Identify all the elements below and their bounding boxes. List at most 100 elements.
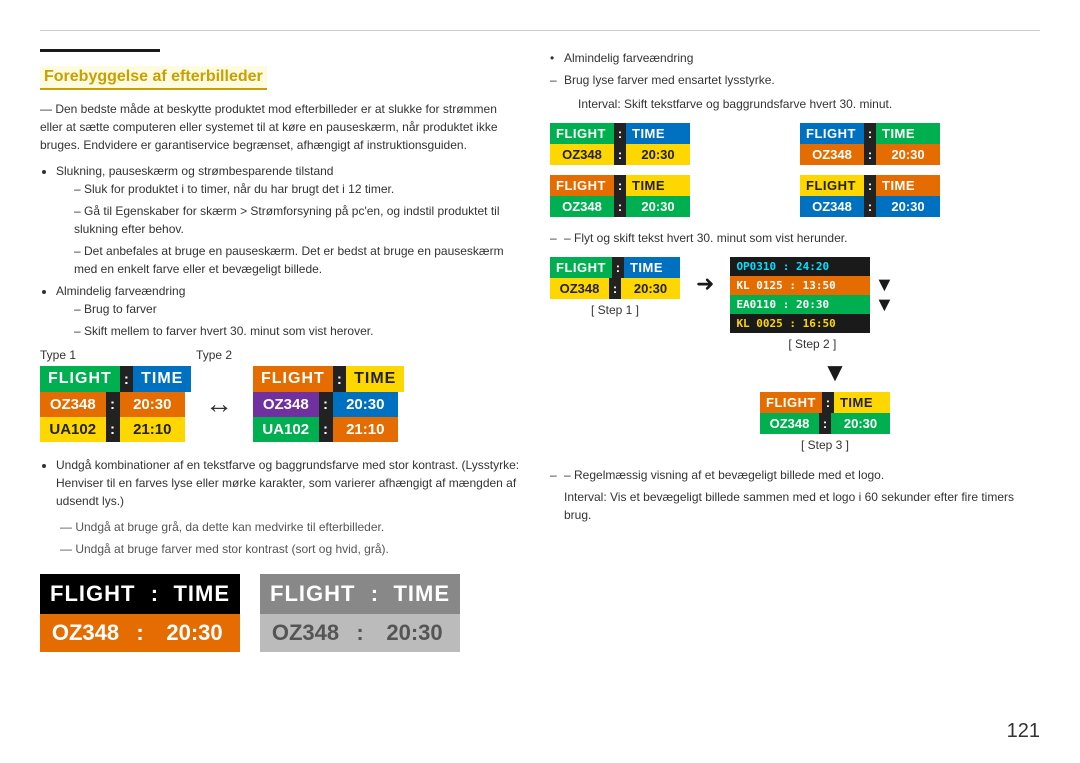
rp3-colon-h: : — [614, 175, 626, 196]
gr-dcolon: : — [351, 614, 369, 652]
content-columns: Forebyggelse af efterbilleder — Den beds… — [40, 49, 1040, 672]
fp-header-2: FLIGHT : TIME — [253, 366, 398, 392]
s1-time-val: 20:30 — [621, 278, 680, 299]
bl-time: TIME — [163, 574, 240, 614]
bottom-panels: FLIGHT : TIME OZ348 : 20:30 FLIGHT : — [40, 574, 520, 652]
gr-time: TIME — [383, 574, 460, 614]
s1-colon-h: : — [612, 257, 624, 278]
fp-header-1: FLIGHT : TIME — [40, 366, 185, 392]
step3-box: FLIGHT : TIME OZ348 : 20:30 [ Step 3 ] — [610, 392, 1040, 452]
s1-time: TIME — [624, 257, 680, 278]
fp-2030-1: 20:30 — [120, 392, 186, 417]
swap-arrow-icon: ↔ — [205, 388, 233, 420]
rp2-oz: OZ348 — [800, 144, 864, 165]
rp2-flight: FLIGHT — [800, 123, 864, 144]
right-panel-1: FLIGHT : TIME OZ348 : 20:30 — [550, 123, 690, 165]
left-column: Forebyggelse af efterbilleder — Den beds… — [40, 49, 520, 672]
rp4-colon-d: : — [864, 196, 876, 217]
step-arrow-right: ➜ — [696, 271, 714, 297]
right-column: Almindelig farveændring Brug lyse farver… — [550, 49, 1040, 672]
scroll-arr-1: ▼ — [874, 275, 894, 295]
right-color-panels-grid: FLIGHT : TIME OZ348 : 20:30 FLIGHT : — [550, 123, 1040, 217]
regular-sub: Interval: Vis et bevægeligt billede samm… — [550, 488, 1040, 524]
bl-flight: FLIGHT — [40, 574, 145, 614]
rp2-time-val: 20:30 — [876, 144, 940, 165]
fp-colon-r1-1: : — [106, 392, 120, 417]
rp2-time: TIME — [876, 123, 940, 144]
right-sub-1: Brug lyse farver med ensartet lysstyrke. — [550, 71, 1040, 89]
fp-flight-label-2: FLIGHT — [253, 366, 333, 392]
fp-row2-2: UA102 : 21:10 — [253, 417, 398, 442]
flight-panel-type1: FLIGHT : TIME OZ348 : 20:30 UA102 : 21:1… — [40, 366, 185, 442]
rp3-time: TIME — [626, 175, 690, 196]
bl-2030: 20:30 — [149, 614, 240, 652]
type1-label: Type 1 — [40, 348, 76, 362]
fp-colon-h-1: : — [120, 366, 133, 392]
type-panels-row: FLIGHT : TIME OZ348 : 20:30 UA102 : 21:1… — [40, 366, 520, 442]
s3-flight: FLIGHT — [760, 392, 822, 413]
right-sub-2: Interval: Skift tekstfarve og baggrundsf… — [550, 95, 1040, 113]
fp-time-label-1: TIME — [133, 366, 191, 392]
rp4-flight: FLIGHT — [800, 175, 864, 196]
page-container: Forebyggelse af efterbilleder — Den beds… — [0, 0, 1080, 702]
s1-colon-d: : — [609, 278, 621, 299]
fp-ua102-1: UA102 — [40, 417, 106, 442]
step-down-arrow: ▼ — [630, 357, 1040, 388]
rp4-time-val: 20:30 — [876, 196, 940, 217]
bl-colon: : — [145, 574, 163, 614]
scroll-arr-2: ▼ — [874, 295, 894, 315]
step1-panel: FLIGHT : TIME OZ348 : 20:30 — [550, 257, 680, 299]
rp4-time: TIME — [876, 175, 940, 196]
fp-flight-label-1: FLIGHT — [40, 366, 120, 392]
top-rule — [40, 30, 1040, 31]
gr-2030: 20:30 — [369, 614, 460, 652]
bottom-panel-black: FLIGHT : TIME OZ348 : 20:30 — [40, 574, 240, 652]
sub-bullet-list-1: Sluk for produktet i to timer, når du ha… — [74, 180, 520, 278]
bl-dcolon: : — [131, 614, 149, 652]
avoid-bullet-1: Undgå kombinationer af en tekstfarve og … — [56, 456, 520, 510]
dash-contrast: Undgå at bruge farver med stor kontrast … — [50, 540, 520, 558]
fp-colon-h-2: : — [333, 366, 346, 392]
fp-2030-2: 20:30 — [333, 392, 399, 417]
s2-row4: KL 0025 : 16:50 — [730, 314, 870, 333]
page-number: 121 — [1007, 720, 1040, 743]
step2-label: [ Step 2 ] — [788, 337, 836, 351]
main-bullet-list: Slukning, pauseskærm og strømbesparende … — [56, 162, 520, 340]
s2-row2: KL 0125 : 13:50 — [730, 276, 870, 295]
s3-time: TIME — [834, 392, 890, 413]
step2-inner: OP0310 : 24:20 KL 0125 : 13:50 EA0110 : … — [730, 257, 894, 333]
rp4-colon-h: : — [864, 175, 876, 196]
fp-ua102-2: UA102 — [253, 417, 319, 442]
fp-2110-2: 21:10 — [333, 417, 399, 442]
gr-flight: FLIGHT — [260, 574, 365, 614]
s2-row3: EA0110 : 20:30 — [730, 295, 870, 314]
step2-box: OP0310 : 24:20 KL 0125 : 13:50 EA0110 : … — [730, 257, 894, 351]
fp-colon-r2-2: : — [319, 417, 333, 442]
sub-bullet-2-2: Skift mellem to farver hvert 30. minut s… — [74, 322, 520, 340]
fp-2110-1: 21:10 — [120, 417, 186, 442]
rp3-flight: FLIGHT — [550, 175, 614, 196]
bl-oz348: OZ348 — [40, 614, 131, 652]
step3-panel: FLIGHT : TIME OZ348 : 20:30 — [760, 392, 890, 434]
rp1-oz: OZ348 — [550, 144, 614, 165]
intro-text: — Den bedste måde at beskytte produktet … — [40, 100, 520, 154]
step2-scroll-panel: OP0310 : 24:20 KL 0125 : 13:50 EA0110 : … — [730, 257, 870, 333]
fp-time-label-2: TIME — [346, 366, 404, 392]
avoid-bullet-list: Undgå kombinationer af en tekstfarve og … — [56, 456, 520, 510]
s3-oz: OZ348 — [760, 413, 819, 434]
fp-oz348-2: OZ348 — [253, 392, 319, 417]
type2-label: Type 2 — [196, 348, 232, 362]
rp1-time: TIME — [626, 123, 690, 144]
sub-bullet-2-1: Brug to farver — [74, 300, 520, 318]
step-intro-label: – Flyt og skift tekst hvert 30. minut so… — [550, 229, 1040, 247]
steps-row: FLIGHT : TIME OZ348 : 20:30 [ Step 1 ] ➜ — [550, 257, 1040, 351]
sub-bullet-1-1: Sluk for produktet i to timer, når du ha… — [74, 180, 520, 198]
rp3-time-val: 20:30 — [626, 196, 690, 217]
rp4-oz: OZ348 — [800, 196, 864, 217]
rp3-colon-d: : — [614, 196, 626, 217]
s1-flight: FLIGHT — [550, 257, 612, 278]
step1-label: [ Step 1 ] — [591, 303, 639, 317]
rp1-colon-d: : — [614, 144, 626, 165]
rp2-colon-d: : — [864, 144, 876, 165]
type-labels: Type 1 Type 2 — [40, 348, 520, 362]
